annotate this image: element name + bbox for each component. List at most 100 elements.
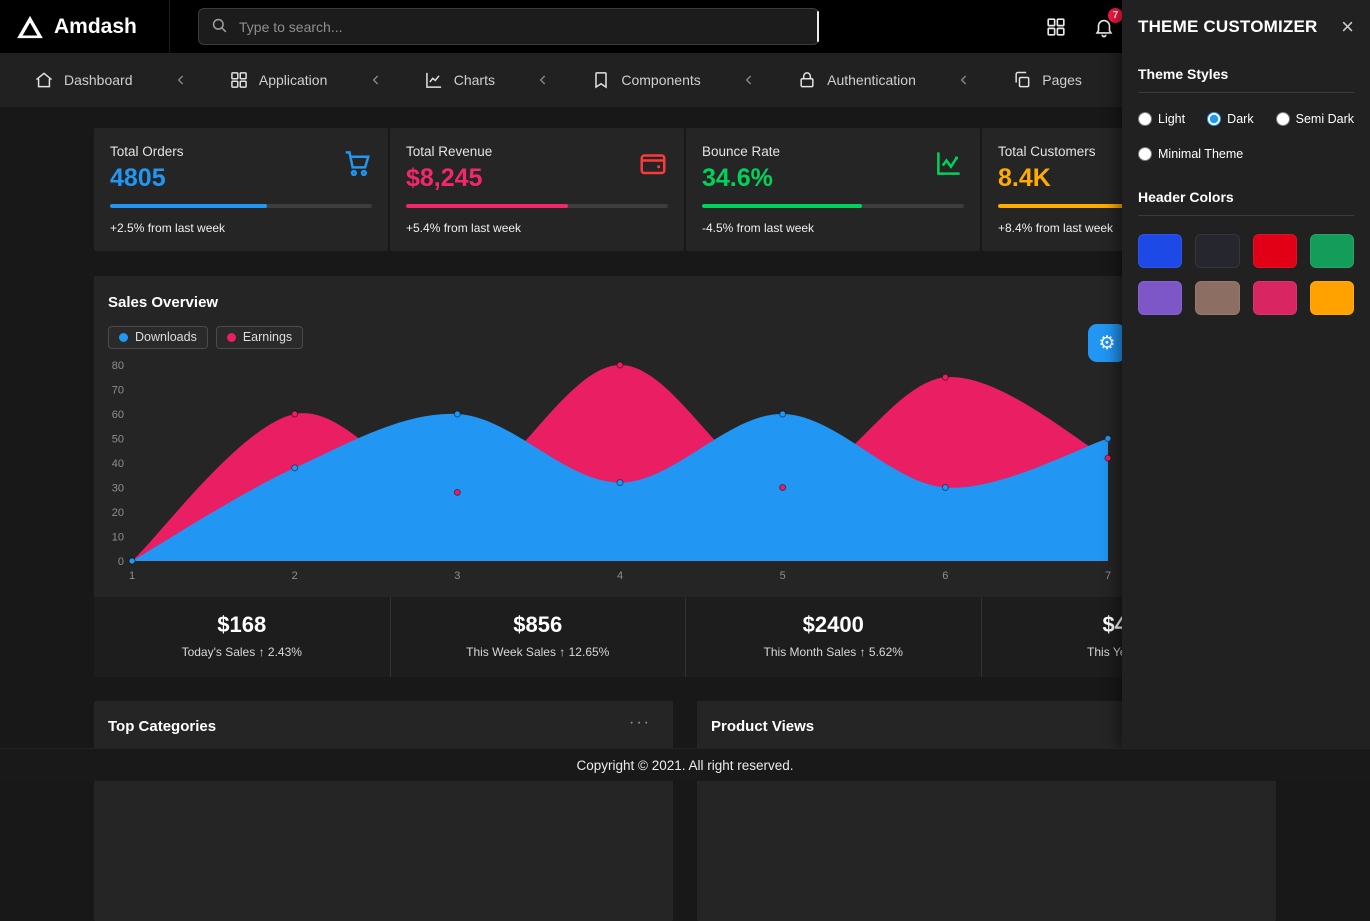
stat-title: Bounce Rate — [702, 144, 780, 159]
search-input[interactable] — [198, 8, 819, 45]
nav-item-dashboard[interactable]: Dashboard — [34, 70, 133, 90]
stat-progress — [110, 204, 372, 208]
header-actions: 7 — [1045, 16, 1115, 38]
svg-text:5: 5 — [780, 570, 786, 582]
theme-options-row-1: Light Dark Semi Dark — [1138, 112, 1354, 126]
gear-icon: ⚙ — [1098, 332, 1115, 355]
sales-summary-row: $168 Today's Sales ↑ 2.43% $856 This Wee… — [94, 597, 1276, 677]
nav-item-components[interactable]: Components — [591, 70, 700, 90]
stat-title: Total Revenue — [406, 144, 492, 159]
main-nav: Dashboard Application Charts Components … — [0, 53, 1122, 107]
up-arrow-change: ↑ 5.62% — [860, 645, 903, 659]
sales-overview-card: Sales Overview Downloads Earnings ⚙ 0102… — [94, 276, 1276, 677]
svg-text:10: 10 — [112, 532, 124, 544]
footer: Copyright © 2021. All right reserved. — [0, 748, 1370, 781]
legend-downloads[interactable]: Downloads — [108, 326, 208, 349]
svg-text:30: 30 — [112, 483, 124, 495]
divider — [1138, 215, 1354, 216]
header-color-swatch-purple[interactable] — [1138, 281, 1182, 315]
stat-value: 4805 — [110, 164, 184, 193]
summary-today: $168 Today's Sales ↑ 2.43% — [94, 597, 390, 677]
header-color-swatch-red[interactable] — [1253, 234, 1297, 268]
stat-delta: -4.5% from last week — [702, 221, 964, 235]
stat-value: 8.4K — [998, 164, 1096, 193]
header-color-swatch-green[interactable] — [1310, 234, 1354, 268]
stat-progress — [702, 204, 964, 208]
stat-value: 34.6% — [702, 164, 780, 193]
stat-title: Total Orders — [110, 144, 184, 159]
radio-semi-dark[interactable] — [1276, 112, 1290, 126]
summary-month: $2400 This Month Sales ↑ 5.62% — [685, 597, 981, 677]
header-colors-grid — [1138, 234, 1354, 315]
divider — [1138, 92, 1354, 93]
svg-text:40: 40 — [112, 458, 124, 470]
stat-card-bounce-rate: Bounce Rate 34.6% -4.5% from last week — [686, 128, 980, 251]
svg-text:1: 1 — [129, 570, 135, 582]
card-menu-button[interactable]: ··· — [623, 713, 657, 733]
stat-value: $8,245 — [406, 164, 492, 193]
chevron-left-icon — [535, 72, 551, 88]
stat-delta: +5.4% from last week — [406, 221, 668, 235]
radio-minimal-theme[interactable] — [1138, 147, 1152, 161]
legend-dot — [119, 333, 128, 342]
chevron-left-icon — [956, 72, 972, 88]
svg-text:80: 80 — [112, 360, 124, 372]
apps-grid-button[interactable] — [1045, 16, 1067, 38]
header-color-swatch-brown[interactable] — [1195, 281, 1239, 315]
legend-dot — [227, 333, 236, 342]
stat-card-total-revenue: Total Revenue $8,245 +5.4% from last wee… — [390, 128, 684, 251]
radio-dark[interactable] — [1207, 112, 1221, 126]
brand[interactable]: Amdash — [0, 0, 170, 53]
up-arrow-change: ↑ 2.43% — [259, 645, 302, 659]
notifications-button[interactable]: 7 — [1093, 16, 1115, 38]
stats-row: Total Orders 4805 +2.5% from last week T… — [94, 128, 1276, 251]
copyright-text: Copyright © 2021. All right reserved. — [576, 758, 793, 773]
notification-badge: 7 — [1108, 8, 1123, 23]
chevron-left-icon — [173, 72, 189, 88]
chevron-left-icon — [741, 72, 757, 88]
svg-text:7: 7 — [1105, 570, 1111, 582]
sales-chart-area: 010203040506070801234567 — [94, 349, 1276, 587]
grid-icon — [229, 70, 249, 90]
wallet-icon — [638, 148, 668, 193]
search-icon — [210, 16, 229, 40]
legend-earnings[interactable]: Earnings — [216, 326, 303, 349]
svg-text:4: 4 — [617, 570, 623, 582]
nav-item-authentication[interactable]: Authentication — [797, 70, 916, 90]
svg-text:3: 3 — [454, 570, 460, 582]
theme-option-minimal[interactable]: Minimal Theme — [1138, 147, 1243, 161]
stat-title: Total Customers — [998, 144, 1096, 159]
lock-icon — [797, 70, 817, 90]
svg-text:2: 2 — [292, 570, 298, 582]
svg-text:20: 20 — [112, 507, 124, 519]
main-content: Total Orders 4805 +2.5% from last week T… — [94, 107, 1276, 921]
customizer-title: THEME CUSTOMIZER — [1138, 17, 1318, 37]
theme-options-row-2: Minimal Theme — [1138, 147, 1354, 161]
theme-option-light[interactable]: Light — [1138, 112, 1185, 126]
svg-text:60: 60 — [112, 409, 124, 421]
header-color-swatch-blue[interactable] — [1138, 234, 1182, 268]
radio-light[interactable] — [1138, 112, 1152, 126]
nav-item-application[interactable]: Application — [229, 70, 328, 90]
summary-value: $2400 — [686, 612, 981, 638]
brand-logo-icon — [16, 13, 44, 41]
svg-text:50: 50 — [112, 434, 124, 446]
sales-area-chart: 010203040506070801234567 — [102, 355, 1122, 587]
close-icon[interactable]: × — [1341, 16, 1354, 38]
header-color-swatch-pink[interactable] — [1253, 281, 1297, 315]
theme-customizer-panel: THEME CUSTOMIZER × Theme Styles Light Da… — [1122, 0, 1370, 748]
brand-name: Amdash — [54, 15, 137, 39]
stat-card-total-orders: Total Orders 4805 +2.5% from last week — [94, 128, 388, 251]
header-color-swatch-orange[interactable] — [1310, 281, 1354, 315]
nav-item-charts[interactable]: Charts — [424, 70, 495, 90]
theme-option-semi-dark[interactable]: Semi Dark — [1276, 112, 1354, 126]
header-color-swatch-dark[interactable] — [1195, 234, 1239, 268]
top-categories-title: Top Categories — [108, 718, 659, 735]
theme-option-dark[interactable]: Dark — [1207, 112, 1253, 126]
nav-item-pages[interactable]: Pages — [1012, 70, 1082, 90]
pages-icon — [1012, 70, 1032, 90]
chart-settings-button[interactable]: ⚙ — [1088, 324, 1126, 362]
theme-styles-heading: Theme Styles — [1138, 66, 1354, 82]
chart-line-icon — [934, 148, 964, 193]
sales-overview-title: Sales Overview — [94, 294, 1276, 311]
